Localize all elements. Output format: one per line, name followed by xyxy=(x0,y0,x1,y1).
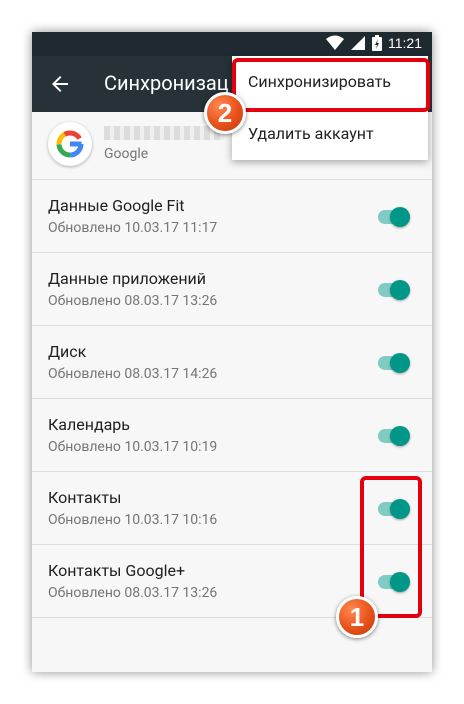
account-email-redacted xyxy=(104,126,224,140)
sync-toggle-calendar[interactable] xyxy=(376,424,412,448)
sync-item-drive[interactable]: Диск Обновлено 08.03.17 14:26 xyxy=(32,326,432,399)
sync-item-subtitle: Обновлено 08.03.17 13:26 xyxy=(48,585,218,601)
step-badge-1: 1 xyxy=(336,596,378,638)
sync-item-subtitle: Обновлено 10.03.17 10:19 xyxy=(48,439,218,455)
sync-toggle-drive[interactable] xyxy=(376,351,412,375)
account-type-label: Google xyxy=(104,146,149,162)
battery-icon xyxy=(372,35,382,51)
sync-item-google-fit[interactable]: Данные Google Fit Обновлено 10.03.17 11:… xyxy=(32,180,432,253)
sync-toggle-app-data[interactable] xyxy=(376,278,412,302)
sync-item-subtitle: Обновлено 10.03.17 10:16 xyxy=(48,512,218,528)
status-icons: 11:21 xyxy=(326,35,422,51)
sync-item-subtitle: Обновлено 10.03.17 11:17 xyxy=(48,220,218,236)
google-logo-icon xyxy=(48,122,92,166)
sync-toggle-google-fit[interactable] xyxy=(376,205,412,229)
sync-item-subtitle: Обновлено 08.03.17 14:26 xyxy=(48,366,218,382)
highlight-contact-toggles xyxy=(360,476,422,618)
sync-item-subtitle: Обновлено 08.03.17 13:26 xyxy=(48,293,218,309)
sync-item-title: Календарь xyxy=(48,415,130,434)
status-time: 11:21 xyxy=(388,35,422,51)
signal-icon xyxy=(351,36,365,50)
status-bar: 11:21 xyxy=(32,32,432,56)
wifi-icon xyxy=(326,35,344,50)
highlight-sync-menu-item xyxy=(232,58,430,112)
sync-item-title: Контакты Google+ xyxy=(48,561,186,580)
arrow-back-icon[interactable] xyxy=(48,72,72,96)
sync-item-title: Данные Google Fit xyxy=(48,196,185,215)
step-badge-2: 2 xyxy=(204,92,246,134)
sync-item-calendar[interactable]: Календарь Обновлено 10.03.17 10:19 xyxy=(32,399,432,472)
sync-item-title: Контакты xyxy=(48,488,122,507)
sync-item-title: Диск xyxy=(48,342,87,361)
menu-item-remove-account[interactable]: Удалить аккаунт xyxy=(232,108,428,160)
sync-item-title: Данные приложений xyxy=(48,269,207,288)
sync-item-app-data[interactable]: Данные приложений Обновлено 08.03.17 13:… xyxy=(32,253,432,326)
